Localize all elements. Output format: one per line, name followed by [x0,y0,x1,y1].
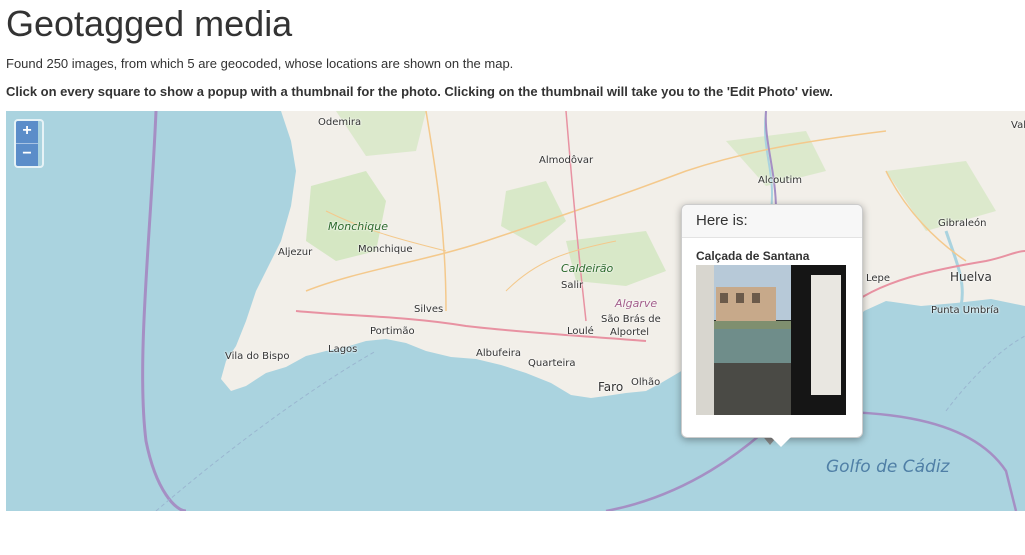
region-label: Caldeirão [561,262,614,275]
place-label: São Brás de [601,314,661,325]
place-label: Olhão [631,377,661,388]
place-label: Punta Umbría [931,305,1000,316]
popup-header: Here is: [682,205,862,238]
place-label: Lepe [866,273,891,284]
map[interactable]: + − Odemira Almodôvar Alcoutim Monchique… [6,111,1025,511]
popup-tip [771,437,791,447]
place-label: Quarteira [528,358,576,369]
place-label: Portimão [370,326,415,337]
photo-thumbnail[interactable] [696,265,846,415]
place-label: Alportel [610,327,650,338]
page-title: Geotagged media [6,3,293,44]
place-label: Lagos [328,344,358,355]
place-label: Loulé [567,326,594,337]
region-label: Monchique [328,220,388,233]
thumbnail-image [696,265,846,415]
place-label: Aljezur [278,247,313,258]
zoom-control: + − [14,119,44,168]
region-label: Algarve [615,297,658,310]
photo-popup: Here is: Calçada de Santana [681,204,863,447]
photo-name: Calçada de Santana [696,249,810,263]
place-label: Vila do Bispo [225,351,290,362]
zoom-in-button[interactable]: + [16,121,38,143]
place-label: Odemira [318,117,362,128]
place-label: Monchique [358,244,413,255]
place-label: Salir [561,280,584,291]
summary-text: Found 250 images, from which 5 are geoco… [6,56,514,71]
place-label: Silves [414,304,444,315]
place-label: Huelva [950,270,992,284]
place-label: Almodôvar [539,155,594,166]
instructions-text: Click on every square to show a popup wi… [6,84,833,99]
zoom-out-button[interactable]: − [16,143,38,166]
map-tiles [6,111,1025,511]
place-label: Val [1011,120,1025,131]
place-label: Faro [598,380,624,394]
sea-label: Golfo de Cádiz [826,457,950,477]
place-label: Alcoutim [758,175,803,186]
place-label: Gibraleón [938,218,987,229]
place-label: Albufeira [476,348,521,359]
